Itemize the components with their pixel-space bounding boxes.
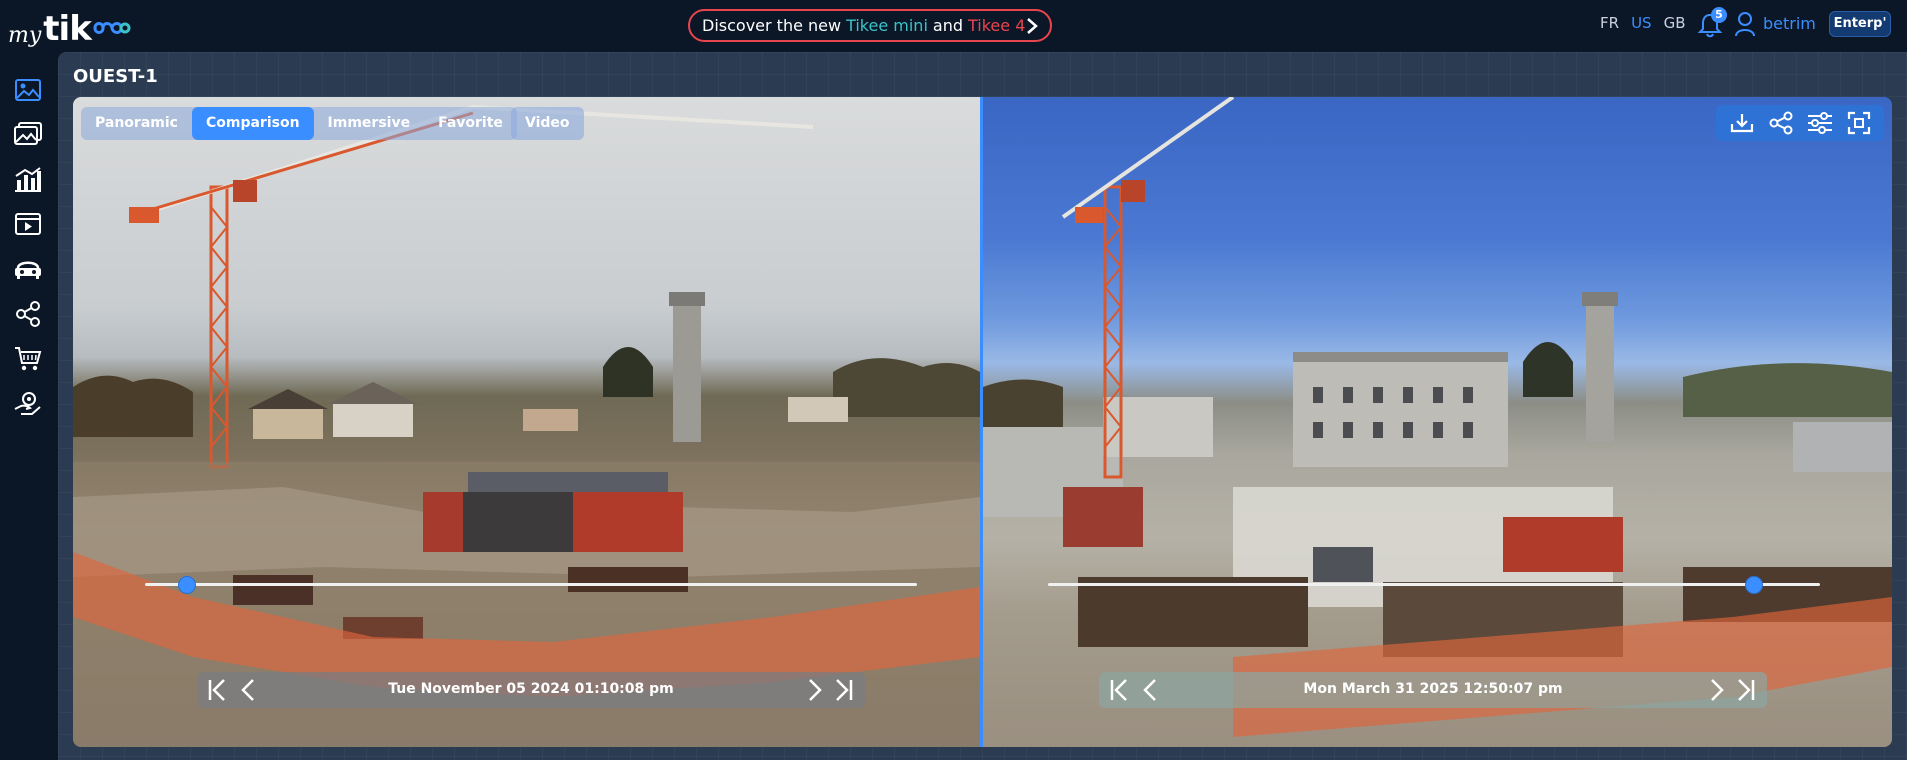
infinity-logo-icon <box>93 22 131 34</box>
gallery-icon <box>14 122 42 145</box>
right-next-button[interactable] <box>1704 678 1730 702</box>
settings-button[interactable] <box>1806 109 1834 137</box>
cart-icon <box>15 347 42 371</box>
tab-comparison[interactable]: Comparison <box>191 107 314 140</box>
tab-favorite[interactable]: Favorite <box>424 107 517 140</box>
fullscreen-icon <box>1847 111 1870 135</box>
share-button[interactable] <box>1767 109 1795 137</box>
user-icon[interactable] <box>1734 11 1756 37</box>
lang-us[interactable]: US <box>1631 14 1652 32</box>
sidebar-item-analytics[interactable] <box>12 163 44 195</box>
lang-fr[interactable]: FR <box>1600 14 1619 32</box>
sidebar-item-cameras[interactable] <box>12 253 44 285</box>
settings-sliders-icon <box>1807 112 1832 134</box>
right-date-bar: Mon March 31 2025 12:50:07 pm <box>1099 672 1767 708</box>
sidebar-item-support[interactable] <box>12 388 44 420</box>
comparison-viewer[interactable]: Panoramic Comparison Immersive Favorite … <box>73 97 1892 747</box>
view-mode-tabs: Panoramic Comparison Immersive Favorite <box>81 107 517 140</box>
page-title: OUEST-1 <box>73 66 158 87</box>
skip-last-icon <box>836 679 853 701</box>
support-icon <box>14 392 41 415</box>
download-button[interactable] <box>1728 109 1756 137</box>
construction-site-photo-after <box>983 97 1892 737</box>
notifications-button[interactable]: 5 <box>1697 7 1727 38</box>
download-icon <box>1730 114 1753 133</box>
left-date-label: Tue November 05 2024 01:10:08 pm <box>388 681 674 697</box>
right-time-slider[interactable] <box>1048 576 1820 594</box>
sidebar-item-gallery[interactable] <box>12 118 44 150</box>
sidebar <box>0 50 56 760</box>
tab-panoramic[interactable]: Panoramic <box>81 107 192 140</box>
sidebar-item-images[interactable] <box>12 74 44 106</box>
fullscreen-button[interactable] <box>1845 109 1873 137</box>
sidebar-item-video[interactable] <box>12 208 44 240</box>
language-switcher: FR US GB <box>1600 14 1686 32</box>
right-date-label: Mon March 31 2025 12:50:07 pm <box>1303 681 1563 697</box>
lang-gb[interactable]: GB <box>1664 14 1686 32</box>
chevron-right-icon <box>809 679 822 701</box>
username[interactable]: betrim <box>1763 14 1816 33</box>
right-last-button[interactable] <box>1732 678 1758 702</box>
left-slider-track[interactable] <box>145 583 917 586</box>
video-icon <box>15 213 41 235</box>
chevron-right-icon <box>1711 679 1724 701</box>
plan-badge[interactable]: Enterp' <box>1829 11 1891 37</box>
chevron-right-icon <box>1027 18 1038 34</box>
right-slider-track[interactable] <box>1048 583 1820 586</box>
skip-last-icon <box>1738 679 1755 701</box>
share-icon <box>1769 111 1792 135</box>
left-slider-thumb[interactable] <box>178 576 197 594</box>
analytics-icon <box>15 167 41 192</box>
sidebar-item-share[interactable] <box>12 298 44 330</box>
top-bar: my tik Discover the new Tikee mini and T… <box>0 0 1907 50</box>
tab-video[interactable]: Video <box>511 107 584 140</box>
promo-banner[interactable]: Discover the new Tikee mini and Tikee 4 <box>688 9 1052 42</box>
sidebar-item-shop[interactable] <box>12 343 44 375</box>
left-last-button[interactable] <box>830 678 856 702</box>
left-next-button[interactable] <box>802 678 828 702</box>
left-date-bar: Tue November 05 2024 01:10:08 pm <box>197 672 865 708</box>
share-icon <box>16 301 40 327</box>
viewer-toolbar <box>1716 105 1884 141</box>
main-content: OUEST-1 Panoramic Comparison Immersive F… <box>58 52 1907 760</box>
construction-site-photo-before <box>73 104 980 747</box>
left-time-slider[interactable] <box>145 576 917 594</box>
comparison-divider-handle[interactable] <box>980 97 983 747</box>
images-icon <box>15 79 41 101</box>
tab-immersive[interactable]: Immersive <box>314 107 425 140</box>
mytikee-logo[interactable]: my tik <box>8 6 131 48</box>
comparison-right-image[interactable] <box>983 97 1892 747</box>
comparison-left-image[interactable] <box>73 97 980 747</box>
notification-count-badge: 5 <box>1711 7 1727 23</box>
right-slider-thumb[interactable] <box>1745 576 1764 594</box>
cameras-icon <box>15 261 41 279</box>
